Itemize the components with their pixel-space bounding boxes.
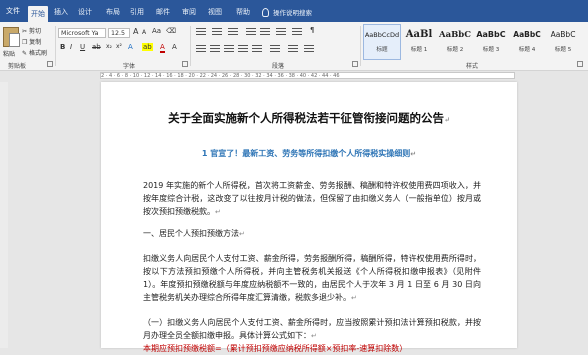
chinese-layout-icon[interactable] [276, 28, 286, 36]
subscript-icon[interactable]: x₂ [106, 43, 112, 50]
italic-button[interactable]: I [70, 43, 72, 51]
tab-layout[interactable]: 布局 [104, 5, 122, 18]
font-size-select[interactable]: 12.5 [108, 28, 130, 38]
multilevel-list-icon[interactable] [228, 28, 238, 36]
document-title: 关于全面实施新个人所得税法若干征管衔接问题的公告↵ [168, 111, 450, 125]
ribbon-home: 粘贴 ✂ 剪切 ❐ 复制 ✎ 格式刷 剪贴板 Microsoft Ya 12.5… [0, 22, 588, 71]
line-spacing-icon[interactable] [270, 45, 280, 53]
brush-icon: ✎ [22, 50, 29, 57]
document-page[interactable]: 关于全面实施新个人所得税法若干征管衔接问题的公告↵ 1 官宣了！最新工资、劳务等… [101, 82, 517, 353]
tab-view[interactable]: 视图 [206, 5, 224, 18]
ribbon-tab-bar: 文件 开始 插入 设计 布局 引用 邮件 审阅 视图 帮助 格式 操作说明搜索 [0, 0, 588, 22]
styles-launcher-icon[interactable] [577, 61, 583, 67]
cut-button[interactable]: ✂ 剪切 [22, 26, 41, 35]
paragraph-body: 扣缴义务人向居民个人支付工资、薪金所得，劳务报酬所得，稿酬所得，特许权使用费所得… [143, 254, 481, 302]
tab-mailings[interactable]: 邮件 [154, 5, 172, 18]
divider [55, 26, 56, 66]
distribute-icon[interactable] [252, 45, 262, 53]
show-marks-icon[interactable]: ¶ [310, 26, 314, 34]
lightbulb-icon [262, 7, 269, 17]
align-center-icon[interactable] [210, 45, 220, 53]
paste-button-label[interactable]: 粘贴 [3, 49, 15, 58]
styles-group-label: 样式 [466, 63, 479, 70]
shrink-font-button[interactable]: A [142, 29, 146, 36]
style-heading-3[interactable]: AaBbC 标题 3 [473, 25, 509, 59]
tab-insert[interactable]: 插入 [52, 5, 70, 18]
format-painter-button[interactable]: ✎ 格式刷 [22, 48, 47, 57]
decrease-indent-icon[interactable] [246, 28, 256, 36]
paste-icon[interactable] [3, 27, 20, 47]
clipboard-group-label: 剪贴板 [8, 63, 27, 70]
borders-icon[interactable] [304, 45, 314, 53]
grow-font-button[interactable]: A [133, 27, 138, 36]
bullets-icon[interactable] [196, 28, 206, 36]
style-title[interactable]: AaBbCcDd 标题 [363, 24, 401, 60]
tab-help[interactable]: 帮助 [234, 5, 252, 18]
clipboard-launcher-icon[interactable] [47, 61, 53, 67]
font-group-label: 字体 [123, 63, 136, 70]
shading-icon[interactable] [288, 45, 298, 53]
text-effects-icon[interactable]: A [128, 43, 133, 51]
justify-icon[interactable] [238, 45, 248, 53]
vertical-ruler [0, 82, 8, 348]
horizontal-ruler: 2 · 4 · 6 · 8 · 10 · 12 · 14 · 16 · 18 ·… [0, 71, 588, 80]
strikethrough-icon[interactable]: ab [92, 43, 101, 51]
tell-me-search[interactable]: 操作说明搜索 [262, 6, 312, 18]
change-case-icon[interactable]: Aa [152, 27, 161, 35]
copy-button[interactable]: ❐ 复制 [22, 37, 41, 46]
paragraph-group-label: 段落 [272, 63, 285, 70]
tab-home[interactable]: 开始 [28, 6, 48, 22]
sort-icon[interactable] [292, 28, 302, 36]
paragraph-subsection: （一）扣缴义务人向居民个人支付工资、薪金所得时，应当按照累计预扣法计算预扣税款，… [143, 318, 481, 340]
divider [360, 26, 361, 66]
divider [190, 26, 191, 66]
underline-button[interactable]: U [80, 43, 85, 51]
numbering-icon[interactable] [212, 28, 222, 36]
tab-file[interactable]: 文件 [0, 0, 26, 22]
document-subtitle: 1 官宣了！最新工资、劳务等所得扣缴个人所得税实操细则↵ [201, 149, 417, 158]
tell-me-label: 操作说明搜索 [273, 9, 312, 17]
ruler-track[interactable]: 2 · 4 · 6 · 8 · 10 · 12 · 14 · 16 · 18 ·… [100, 72, 515, 79]
style-heading-1[interactable]: AaBl 标题 1 [401, 25, 437, 59]
tab-review[interactable]: 审阅 [180, 5, 198, 18]
highlight-icon[interactable]: ab [142, 43, 153, 51]
style-heading-4[interactable]: AaBbC 标题 4 [509, 25, 545, 59]
style-heading-2[interactable]: AaBbC 标题 2 [437, 25, 473, 59]
tab-references[interactable]: 引用 [128, 5, 146, 18]
font-color-icon[interactable]: A [160, 43, 165, 53]
scissors-icon: ✂ [22, 28, 29, 35]
paragraph-launcher-icon[interactable] [352, 61, 358, 67]
tab-design[interactable]: 设计 [76, 5, 94, 18]
styles-gallery: AaBbCcDd 标题 AaBl 标题 1 AaBbC 标题 2 AaBbC 标… [363, 24, 582, 60]
char-shading-icon[interactable]: A [172, 43, 177, 51]
align-left-icon[interactable] [196, 45, 206, 53]
bold-button[interactable]: B [60, 43, 65, 51]
font-name-select[interactable]: Microsoft Ya [58, 28, 106, 38]
style-heading-5[interactable]: AaBbC 标题 5 [545, 25, 581, 59]
clear-format-icon[interactable]: ⌫ [166, 27, 176, 35]
increase-indent-icon[interactable] [260, 28, 270, 36]
paragraph-formula: 本期应预扣预缴税额=（累计预扣预缴应纳税所得额×预扣率-速算扣除数） [143, 344, 408, 353]
superscript-icon[interactable]: x² [116, 43, 122, 50]
section-heading: 一、居民个人预扣预缴方法↵ [143, 229, 245, 238]
paragraph-intro: 2019 年实施的新个人所得税，首次将工资薪金、劳务报酬、稿酬和特许权使用费四项… [143, 181, 481, 216]
align-right-icon[interactable] [224, 45, 234, 53]
font-launcher-icon[interactable] [182, 61, 188, 67]
